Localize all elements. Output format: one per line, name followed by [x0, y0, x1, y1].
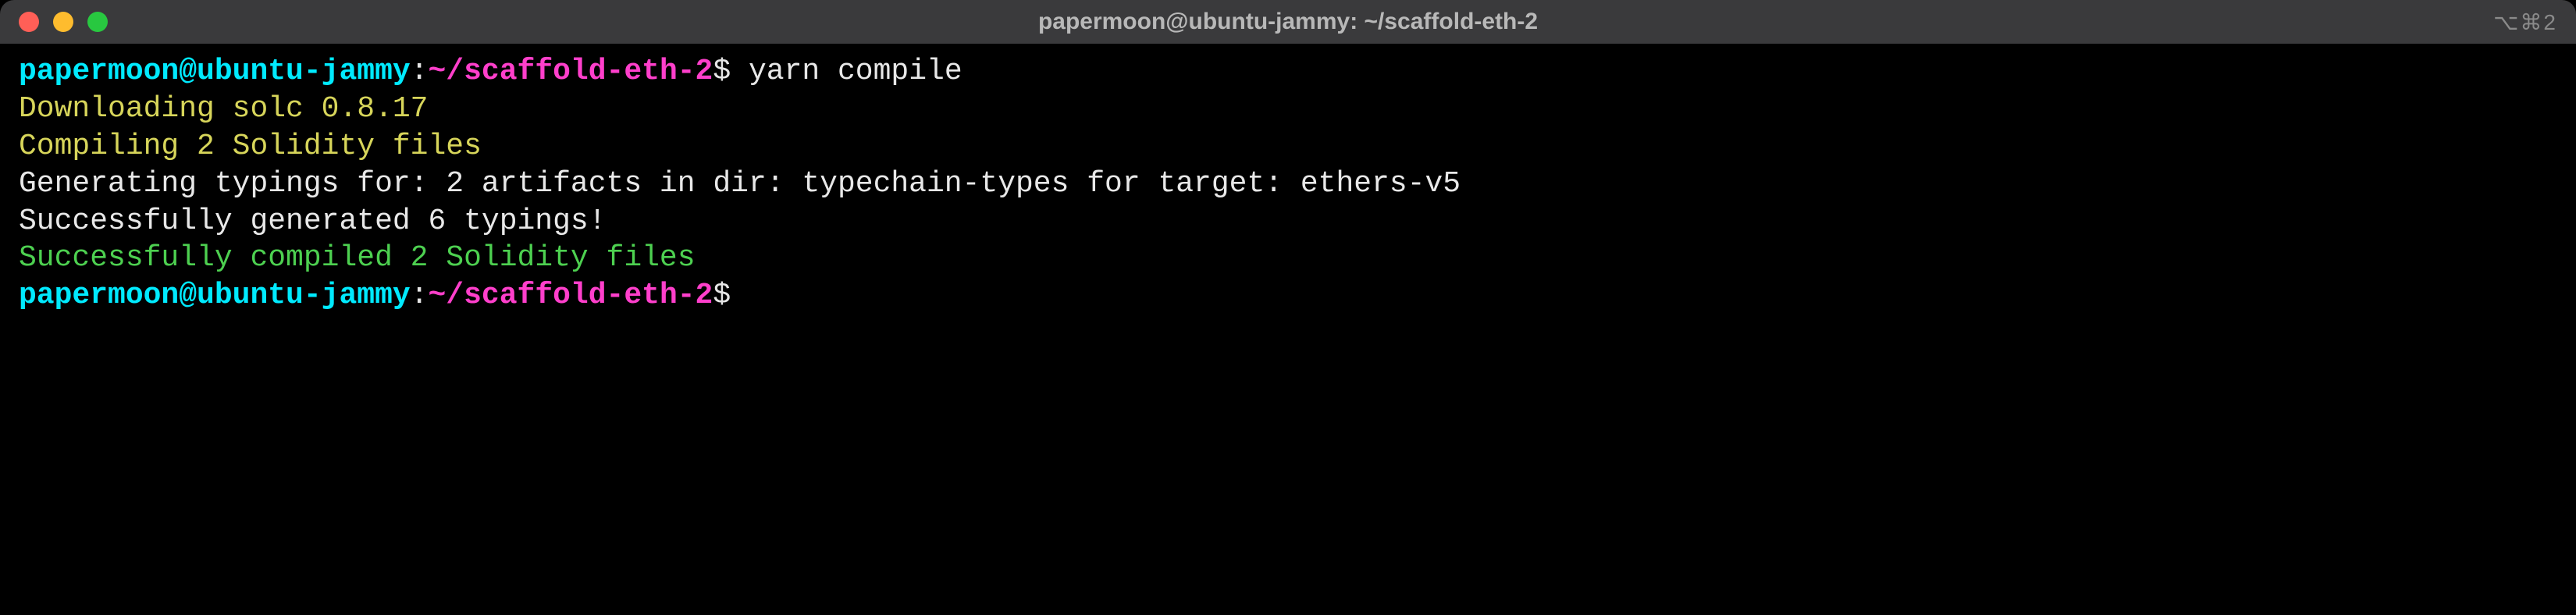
output-generating: Generating typings for: 2 artifacts in d… [19, 165, 2557, 203]
terminal-window: papermoon@ubuntu-jammy: ~/scaffold-eth-2… [0, 0, 2576, 615]
prompt-dollar: $ [713, 279, 731, 312]
command-text: yarn compile [749, 55, 962, 88]
close-button[interactable] [19, 12, 39, 32]
output-compiling: Compiling 2 Solidity files [19, 128, 2557, 165]
output-downloading: Downloading solc 0.8.17 [19, 91, 2557, 128]
prompt-colon: : [411, 279, 429, 312]
traffic-lights [19, 12, 108, 32]
prompt-path: ~/scaffold-eth-2 [429, 279, 713, 312]
prompt-user-host: papermoon@ubuntu-jammy [19, 279, 411, 312]
title-bar: papermoon@ubuntu-jammy: ~/scaffold-eth-2… [0, 0, 2576, 44]
terminal-body[interactable]: papermoon@ubuntu-jammy:~/scaffold-eth-2$… [0, 44, 2576, 615]
window-title: papermoon@ubuntu-jammy: ~/scaffold-eth-2 [1038, 9, 1538, 35]
keyboard-shortcut-indicator: ⌥⌘2 [2493, 9, 2557, 35]
output-compiled: Successfully compiled 2 Solidity files [19, 240, 2557, 277]
prompt-user-host: papermoon@ubuntu-jammy [19, 55, 411, 88]
maximize-button[interactable] [87, 12, 108, 32]
minimize-button[interactable] [53, 12, 73, 32]
prompt-line-2: papermoon@ubuntu-jammy:~/scaffold-eth-2$ [19, 277, 2557, 315]
prompt-line-1: papermoon@ubuntu-jammy:~/scaffold-eth-2$… [19, 53, 2557, 91]
output-generated: Successfully generated 6 typings! [19, 203, 2557, 240]
prompt-colon: : [411, 55, 429, 88]
command-text [731, 55, 749, 88]
prompt-dollar: $ [713, 55, 731, 88]
prompt-path: ~/scaffold-eth-2 [429, 55, 713, 88]
